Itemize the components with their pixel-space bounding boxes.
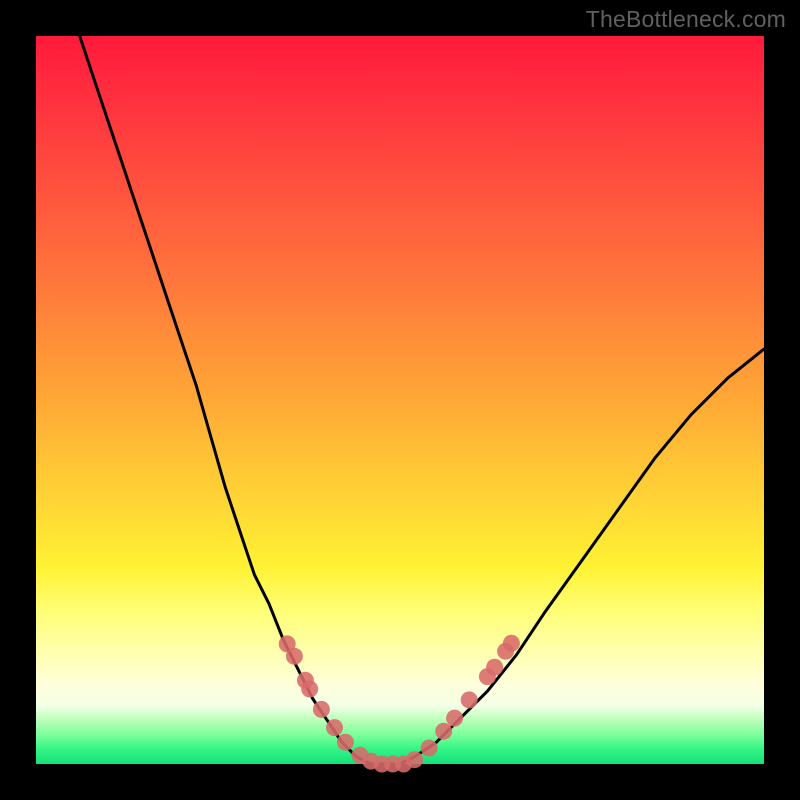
data-marker: [446, 710, 463, 727]
data-marker: [286, 648, 303, 665]
data-marker: [301, 681, 318, 698]
data-marker: [486, 659, 503, 676]
bottleneck-curve: [80, 36, 764, 764]
data-marker: [337, 734, 354, 751]
watermark-text: TheBottleneck.com: [586, 6, 786, 33]
data-marker: [313, 701, 330, 718]
data-marker: [503, 635, 520, 652]
bottleneck-curve-svg: [36, 36, 764, 764]
plot-area: [36, 36, 764, 764]
chart-stage: TheBottleneck.com: [0, 0, 800, 800]
data-marker: [326, 719, 343, 736]
data-marker: [421, 740, 438, 757]
data-marker: [406, 751, 423, 768]
data-marker: [435, 723, 452, 740]
data-marker: [461, 691, 478, 708]
